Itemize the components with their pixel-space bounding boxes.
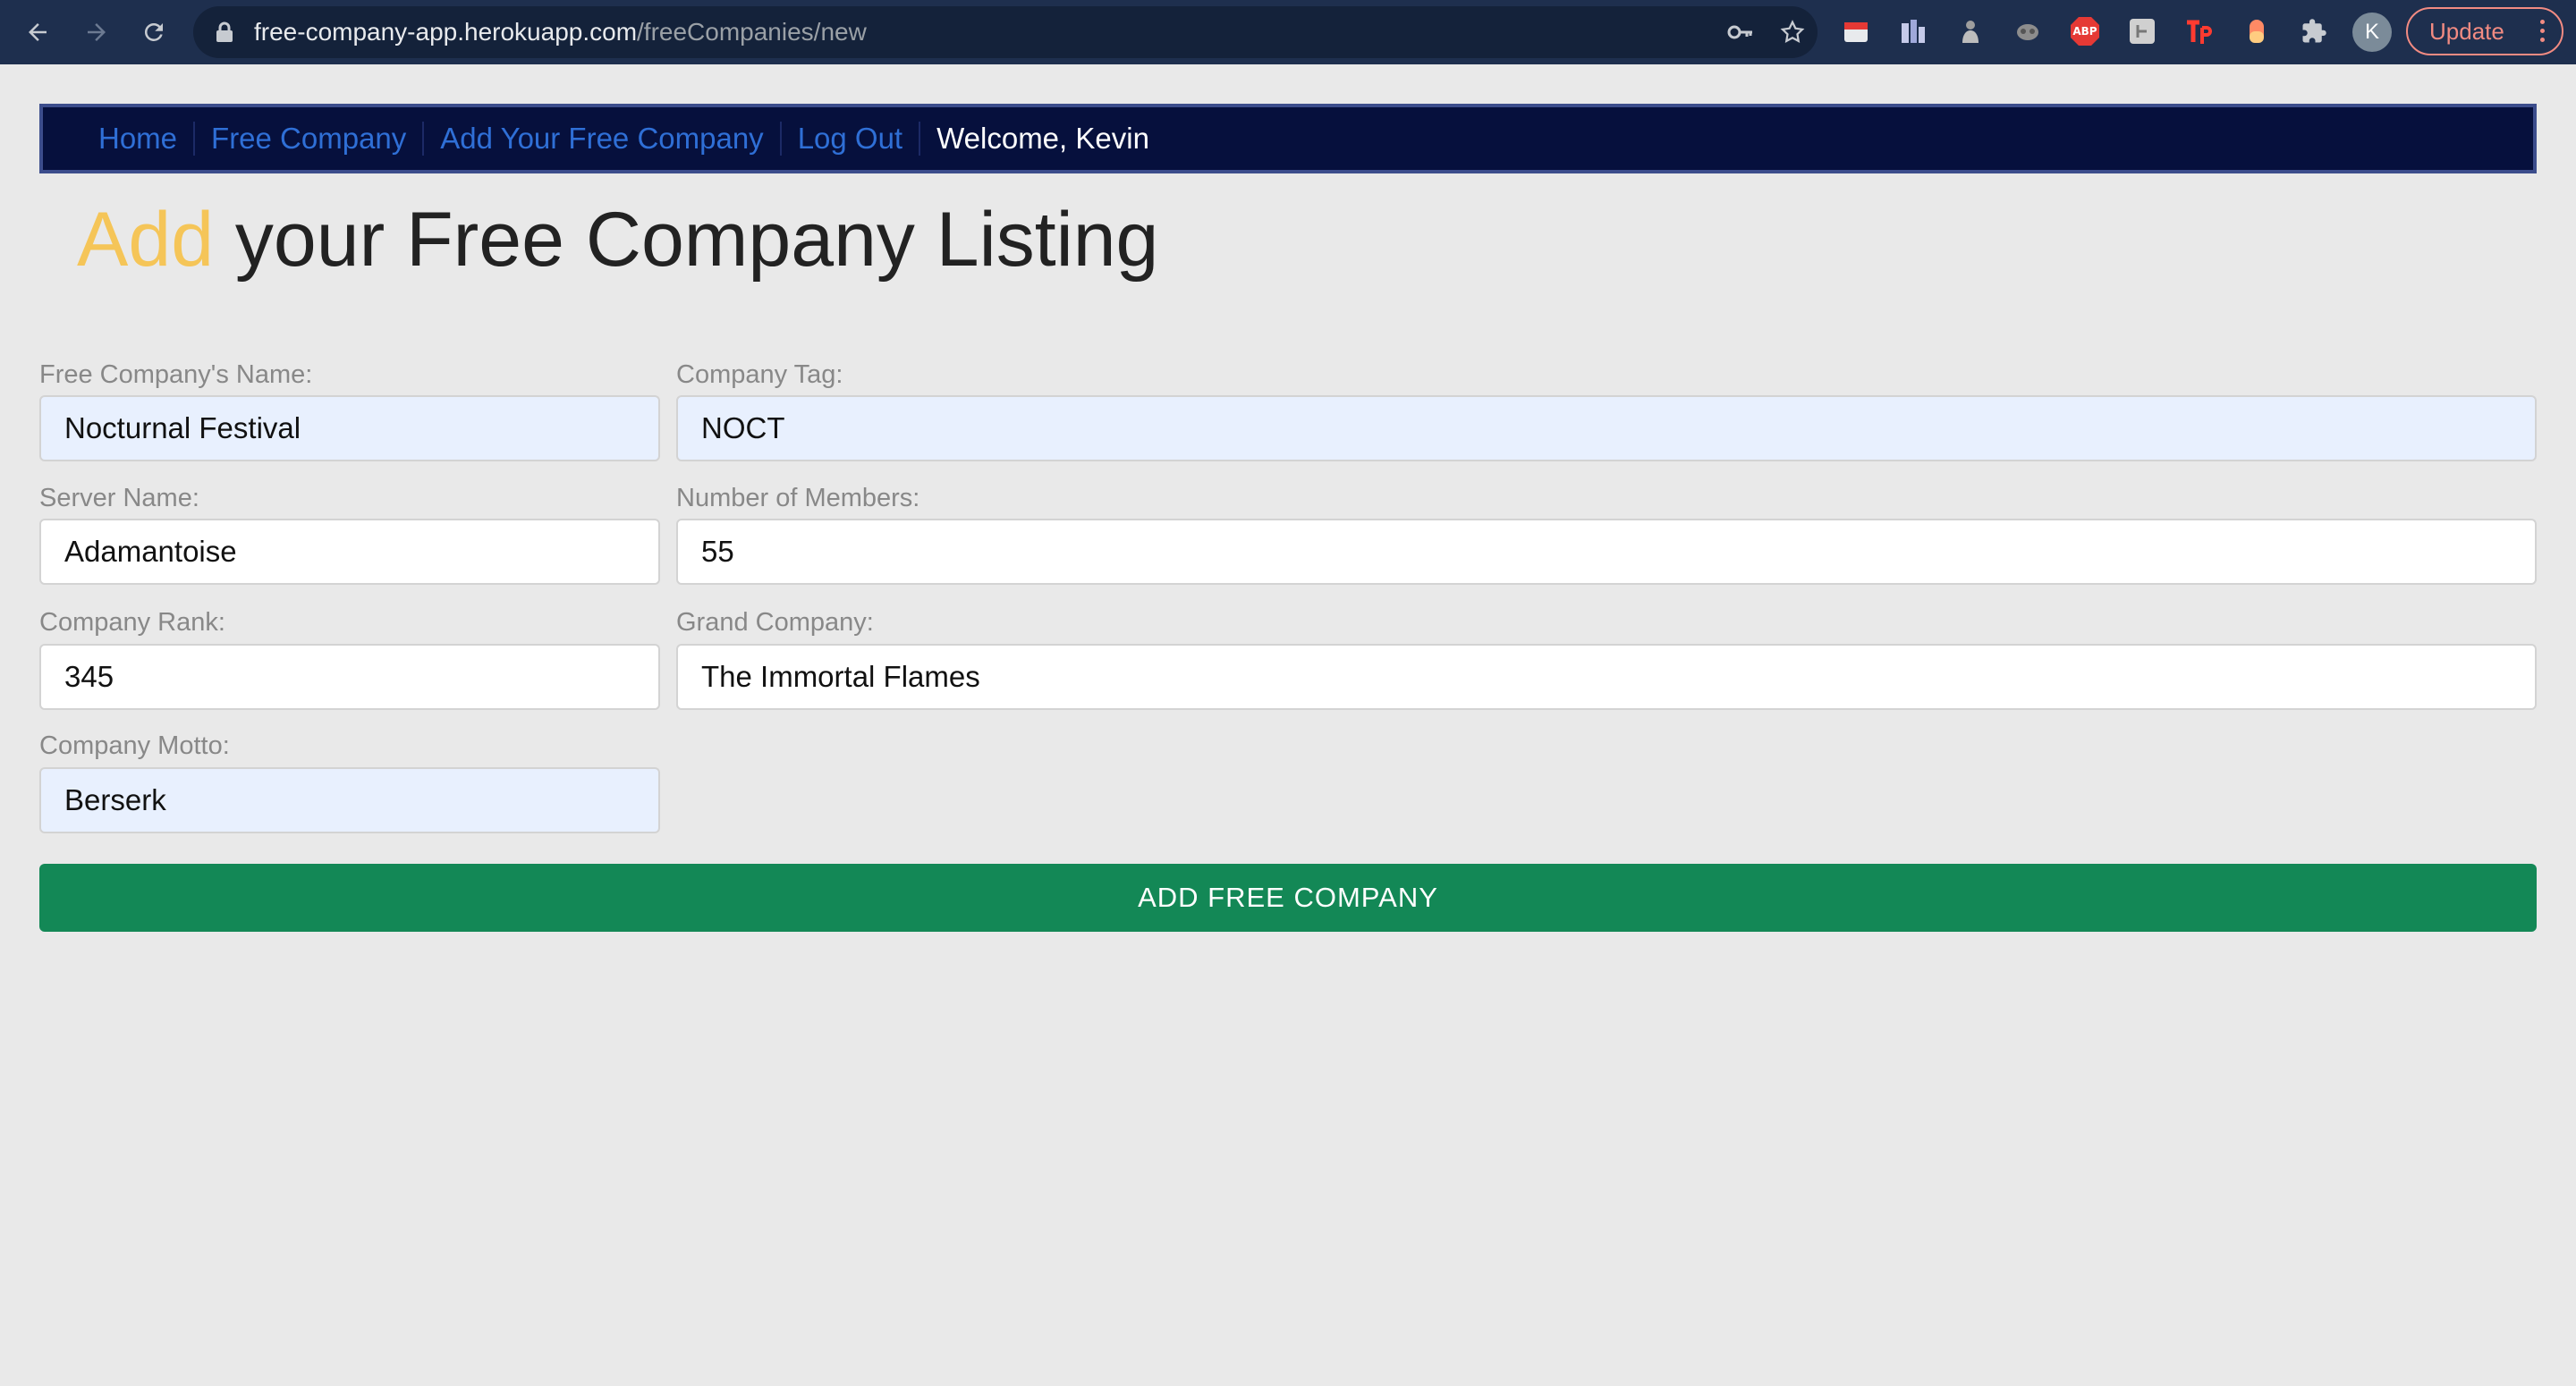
extension-mask-icon[interactable] [2012, 16, 2043, 46]
grand-company-label: Grand Company: [676, 608, 874, 637]
back-button[interactable] [20, 14, 55, 50]
page-title: Add your Free Company Listing [77, 195, 1158, 284]
profile-avatar[interactable]: K [2352, 13, 2392, 52]
extension-orange-pill-icon[interactable] [2241, 16, 2272, 46]
company-rank-input[interactable] [39, 644, 660, 710]
welcome-text: Welcome, Kevin [936, 122, 1149, 155]
extension-tp-icon[interactable] [2184, 16, 2215, 46]
address-bar[interactable]: free-company-app.herokuapp.com/freeCompa… [193, 6, 1818, 58]
bookmark-star-icon[interactable] [1778, 18, 1807, 46]
name-label: Free Company's Name: [39, 360, 313, 389]
reload-icon [144, 22, 163, 41]
motto-label: Company Motto: [39, 731, 230, 760]
add-free-company-button[interactable]: ADD FREE COMPANY [39, 864, 2537, 932]
adblock-plus-icon[interactable]: ABP [2070, 16, 2100, 46]
server-label: Server Name: [39, 484, 199, 512]
reload-button[interactable] [136, 14, 172, 50]
number-of-members-input[interactable] [676, 519, 2537, 585]
url-host: free-company-app.herokuapp.com [254, 18, 638, 46]
page-title-accent: Add [77, 197, 215, 283]
nav-link-log-out[interactable]: Log Out [782, 122, 921, 156]
server-name-input[interactable] [39, 519, 660, 585]
arrow-right-icon [88, 23, 106, 41]
extension-tile-icon[interactable] [1898, 16, 1928, 46]
update-button[interactable]: Update [2406, 7, 2563, 55]
arrow-left-icon [29, 23, 47, 41]
lock-icon [216, 21, 233, 42]
update-label: Update [2429, 17, 2504, 45]
page-title-rest: your Free Company Listing [214, 197, 1159, 283]
nav-link-add-free-company[interactable]: Add Your Free Company [424, 122, 782, 156]
url-text: free-company-app.herokuapp.com/freeCompa… [254, 6, 867, 58]
browser-toolbar: free-company-app.herokuapp.com/freeCompa… [0, 0, 2576, 64]
nav-link-home[interactable]: Home [98, 122, 196, 156]
password-key-icon[interactable] [1726, 18, 1755, 46]
members-label: Number of Members: [676, 484, 920, 512]
extensions-puzzle-icon[interactable] [2299, 16, 2329, 46]
more-vert-icon [2540, 20, 2546, 46]
grand-company-input[interactable] [676, 644, 2537, 710]
extension-grey-square-icon[interactable] [2127, 16, 2157, 46]
company-tag-input[interactable] [676, 395, 2537, 461]
site-navbar: Home Free Company Add Your Free Company … [39, 104, 2537, 173]
company-name-input[interactable] [39, 395, 660, 461]
extension-red-calendar-icon[interactable] [1841, 16, 1871, 46]
extension-figure-icon[interactable] [1955, 16, 1986, 46]
company-motto-input[interactable] [39, 767, 660, 833]
nav-link-free-company[interactable]: Free Company [195, 122, 425, 156]
forward-button[interactable] [79, 14, 114, 50]
rank-label: Company Rank: [39, 608, 225, 637]
tag-label: Company Tag: [676, 360, 843, 389]
url-path: /freeCompanies/new [637, 18, 867, 46]
adblock-label: ABP [2072, 25, 2097, 38]
